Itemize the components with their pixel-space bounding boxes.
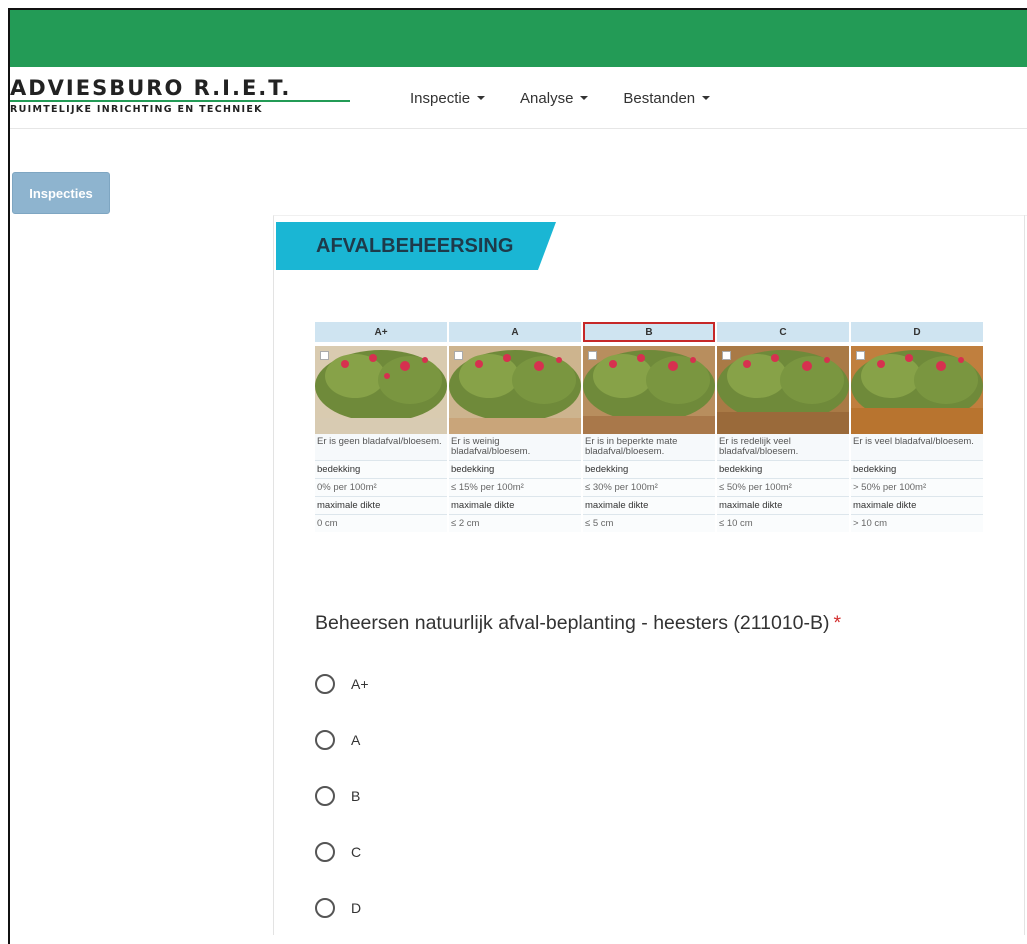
coverage-label: bedekking [583, 460, 715, 478]
column-grade: D [851, 322, 983, 342]
coverage-value: ≤ 15% per 100m² [449, 478, 581, 496]
column-description: Er is geen bladafval/bloesem. [315, 434, 447, 460]
checkbox-icon [722, 351, 731, 360]
shrub-photo [717, 346, 849, 434]
option-a-plus[interactable]: A+ [315, 656, 369, 712]
radio-button[interactable] [315, 674, 335, 694]
caret-down-icon [702, 96, 711, 100]
option-a[interactable]: A [315, 712, 369, 768]
thickness-label: maximale dikte [851, 496, 983, 514]
menu-analyse-label: Analyse [520, 89, 574, 107]
section-banner: AFVALBEHEERSING [276, 222, 556, 270]
coverage-label: bedekking [449, 460, 581, 478]
coverage-value: ≤ 50% per 100m² [717, 478, 849, 496]
thickness-label: maximale dikte [717, 496, 849, 514]
logo[interactable]: ADVIESBURO R.I.E.T. RUIMTELIJKE INRICHTI… [10, 77, 350, 115]
card-right-border [1024, 215, 1025, 935]
shrub-photo [851, 346, 983, 434]
column-description: Er is redelijk veel bladafval/bloesem. [717, 434, 849, 460]
thickness-value: ≤ 10 cm [717, 514, 849, 532]
option-d[interactable]: D [315, 880, 369, 936]
menu-inspectie[interactable]: Inspectie [410, 89, 486, 107]
inspecties-button[interactable]: Inspecties [12, 172, 110, 214]
radio-button[interactable] [315, 730, 335, 750]
required-marker: * [833, 612, 842, 634]
menu-bestanden[interactable]: Bestanden [623, 89, 711, 107]
thickness-label: maximale dikte [315, 496, 447, 514]
app-frame: ADVIESBURO R.I.E.T. RUIMTELIJKE INRICHTI… [8, 8, 1027, 944]
coverage-value: 0% per 100m² [315, 478, 447, 496]
navbar: ADVIESBURO R.I.E.T. RUIMTELIJKE INRICHTI… [10, 67, 1027, 129]
column-description: Er is weinig bladafval/bloesem. [449, 434, 581, 460]
coverage-label: bedekking [717, 460, 849, 478]
radio-button[interactable] [315, 898, 335, 918]
menu-inspectie-label: Inspectie [410, 89, 471, 107]
radio-button[interactable] [315, 842, 335, 862]
menu-analyse[interactable]: Analyse [520, 89, 589, 107]
option-label: D [351, 900, 362, 916]
reference-column: A+ Er is geen bladafval/bloesem. bedekki… [315, 322, 447, 556]
option-label: C [351, 844, 362, 860]
shrub-photo [315, 346, 447, 434]
reference-column: A Er is weinig bladafval/bloesem. bedekk… [449, 322, 581, 556]
logo-subtitle: RUIMTELIJKE INRICHTING EN TECHNIEK [10, 104, 263, 115]
thickness-value: 0 cm [315, 514, 447, 532]
radio-button[interactable] [315, 786, 335, 806]
menu-bestanden-label: Bestanden [623, 89, 696, 107]
reference-column: C Er is redelijk veel bladafval/bloesem.… [717, 322, 849, 556]
form-card: AFVALBEHEERSING A+ Er is geen bladafval/… [273, 215, 1027, 935]
option-b[interactable]: B [315, 768, 369, 824]
reference-column: D Er is veel bladafval/bloesem. bedekkin… [851, 322, 983, 556]
checkbox-icon [320, 351, 329, 360]
column-description: Er is veel bladafval/bloesem. [851, 434, 983, 460]
main-menu: Inspectie Analyse Bestanden [410, 67, 745, 129]
column-description: Er is in beperkte mate bladafval/bloesem… [583, 434, 715, 460]
checkbox-icon [588, 351, 597, 360]
thickness-label: maximale dikte [583, 496, 715, 514]
shrub-photo [449, 346, 581, 434]
coverage-value: ≤ 30% per 100m² [583, 478, 715, 496]
coverage-label: bedekking [315, 460, 447, 478]
question-title: Beheersen natuurlijk afval-beplanting - … [315, 612, 841, 635]
option-label: A+ [351, 676, 369, 692]
reference-table: A+ Er is geen bladafval/bloesem. bedekki… [315, 322, 985, 556]
section-title: AFVALBEHEERSING [316, 235, 514, 257]
column-grade: A+ [315, 322, 447, 342]
option-label: B [351, 788, 361, 804]
column-grade: A [449, 322, 581, 342]
coverage-value: > 50% per 100m² [851, 478, 983, 496]
checkbox-icon [454, 351, 463, 360]
option-c[interactable]: C [315, 824, 369, 880]
column-grade: C [717, 322, 849, 342]
thickness-value: ≤ 2 cm [449, 514, 581, 532]
caret-down-icon [580, 96, 589, 100]
top-green-bar [10, 10, 1027, 67]
reference-column-selected: B Er is in beperkte mate bladafval/bloes… [583, 322, 715, 556]
thickness-value: ≤ 5 cm [583, 514, 715, 532]
checkbox-icon [856, 351, 865, 360]
coverage-label: bedekking [851, 460, 983, 478]
radio-group: A+ A B C D [315, 656, 369, 936]
option-label: A [351, 732, 361, 748]
logo-underline [10, 100, 350, 102]
question-text: Beheersen natuurlijk afval-beplanting - … [315, 612, 830, 634]
column-grade-selected: B [583, 322, 715, 342]
caret-down-icon [477, 96, 486, 100]
shrub-photo [583, 346, 715, 434]
thickness-label: maximale dikte [449, 496, 581, 514]
thickness-value: > 10 cm [851, 514, 983, 532]
logo-title: ADVIESBURO R.I.E.T. [10, 76, 292, 100]
